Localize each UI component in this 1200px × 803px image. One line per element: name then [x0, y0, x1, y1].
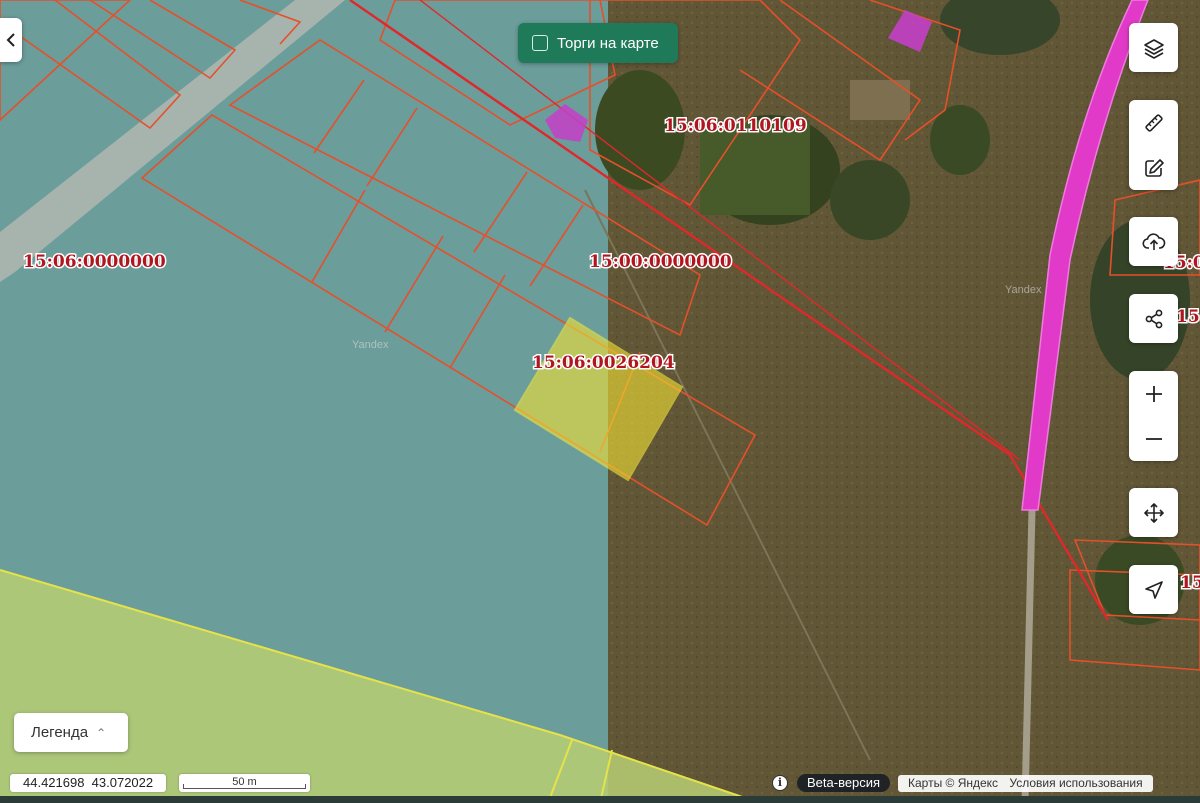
- checkbox-icon[interactable]: [532, 35, 548, 51]
- scale-bar: 50 m: [179, 774, 310, 792]
- auction-toggle[interactable]: Торги на карте: [518, 23, 678, 63]
- copyright-bar: Карты © Яндекс Условия использования: [898, 775, 1153, 792]
- coordinates-readout: 44.421698 43.072022: [10, 774, 167, 792]
- parcel-label: 15:00:0000000: [589, 252, 732, 272]
- upload-button[interactable]: [1129, 217, 1178, 266]
- legend-button[interactable]: Легенда ⌃: [14, 713, 128, 752]
- terms-link[interactable]: Условия использования: [1009, 776, 1142, 790]
- share-button[interactable]: [1129, 294, 1178, 343]
- locate-button[interactable]: [1129, 565, 1178, 614]
- zoom-in-icon: [1145, 385, 1162, 402]
- ruler-button[interactable]: [1143, 100, 1165, 145]
- copyright-text: Карты © Яндекс: [908, 776, 999, 790]
- parcel-label: 15:06:0000000: [23, 252, 166, 272]
- map-canvas[interactable]: 15:06:0110109 15:06:0000000 15:00:000000…: [0, 0, 1200, 803]
- move-button[interactable]: [1129, 488, 1178, 537]
- ruler-icon: [1144, 113, 1163, 132]
- draw-tools-group: [1129, 100, 1178, 190]
- edit-icon: [1144, 158, 1164, 177]
- layers-icon: [1143, 38, 1164, 59]
- auction-toggle-label: Торги на карте: [557, 34, 659, 52]
- share-icon: [1145, 309, 1162, 328]
- watermark: Yandex: [352, 339, 389, 351]
- legend-label: Легенда: [31, 724, 89, 741]
- bottom-bar: [0, 796, 1200, 803]
- zoom-out-button[interactable]: [1144, 416, 1164, 461]
- chevron-up-icon: ⌃: [96, 725, 107, 740]
- cloud-upload-icon: [1141, 232, 1165, 250]
- parcel-label: 15:06:0026204: [532, 353, 675, 373]
- parcel-label: 15:06:0110109: [664, 116, 807, 136]
- parcel-label: 15:06: [1176, 307, 1200, 327]
- zoom-in-button[interactable]: [1144, 371, 1164, 416]
- locate-icon: [1144, 580, 1163, 599]
- beta-badge[interactable]: Beta-версия: [797, 774, 891, 792]
- layers-button[interactable]: [1129, 23, 1178, 72]
- zoom-out-icon: [1145, 437, 1162, 440]
- parcel-label: 15:: [1180, 573, 1200, 593]
- back-button[interactable]: [0, 18, 22, 62]
- move-icon: [1143, 502, 1164, 523]
- info-icon[interactable]: i: [772, 775, 788, 791]
- zoom-group: [1129, 371, 1178, 461]
- watermark: Yandex: [1005, 284, 1042, 296]
- chevron-left-icon: [6, 33, 15, 47]
- edit-button[interactable]: [1143, 145, 1165, 190]
